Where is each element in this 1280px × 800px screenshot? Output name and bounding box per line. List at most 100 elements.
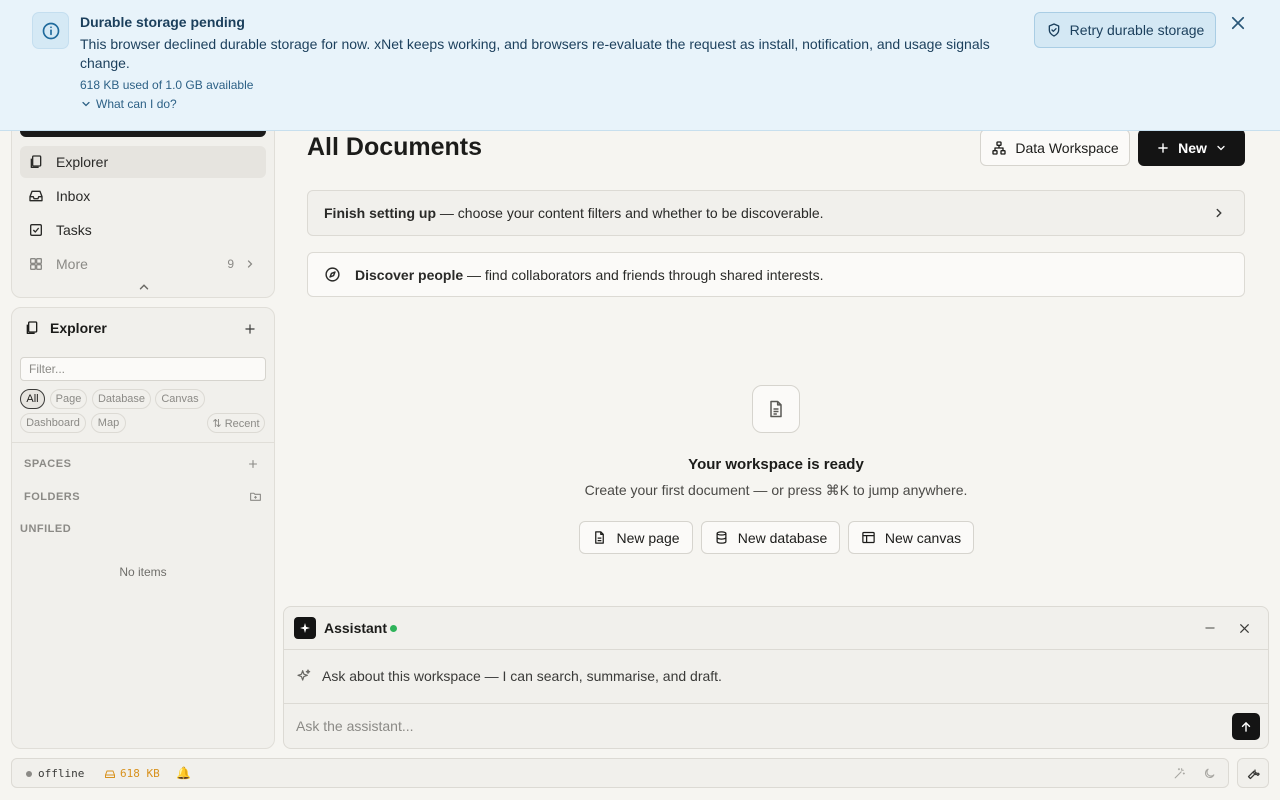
sort-recent-chip[interactable]: ⇅ Recent: [207, 413, 265, 433]
sidebar-item-label: Tasks: [56, 222, 92, 238]
chip-dashboard[interactable]: Dashboard: [20, 413, 86, 433]
sparkle-icon: [294, 617, 316, 639]
close-icon[interactable]: [1236, 620, 1252, 636]
sidebar-item-label: Inbox: [56, 188, 91, 204]
assistant-divider: [284, 703, 1268, 704]
wrench-icon[interactable]: [1237, 758, 1269, 788]
hard-drive-icon: [104, 768, 116, 780]
sidebar-item-label: Explorer: [56, 154, 109, 170]
explorer-panel: Explorer All Page Database Canvas Dashbo…: [11, 307, 275, 749]
chip-page[interactable]: Page: [50, 389, 87, 409]
chevron-right-icon: [244, 258, 256, 270]
online-status-dot: [390, 625, 397, 632]
discover-people-title: Discover people: [355, 266, 464, 283]
compass-icon: [324, 266, 341, 283]
minimize-icon[interactable]: [1202, 620, 1218, 636]
storage-banner: Durable storage pending This browser dec…: [0, 0, 1280, 131]
chevron-up-icon[interactable]: [136, 279, 152, 295]
finish-setup-title: Finish setting up: [324, 205, 436, 221]
discover-people-card[interactable]: Discover people — find collaborators and…: [307, 252, 1245, 297]
grid-icon: [28, 256, 44, 272]
explorer-divider: [12, 442, 274, 443]
more-count: 9: [227, 257, 234, 271]
new-page-button[interactable]: New page: [579, 521, 693, 554]
explorer-filter-input[interactable]: [20, 357, 266, 381]
sidebar-item-inbox[interactable]: Inbox: [20, 180, 266, 212]
empty-state-subtitle: Create your first document — or press ⌘K…: [584, 482, 968, 498]
chip-map[interactable]: Map: [91, 413, 126, 433]
connection-dot: [26, 770, 32, 777]
assistant-hint-text: Ask about this workspace — I can search,…: [322, 668, 722, 684]
page-title: All Documents: [307, 133, 483, 161]
banner-title: Durable storage pending: [80, 14, 245, 30]
data-workspace-button[interactable]: Data Workspace: [980, 129, 1130, 166]
data-workspace-label: Data Workspace: [1015, 139, 1119, 156]
chip-canvas[interactable]: Canvas: [155, 389, 205, 409]
unfiled-section-label: UNFILED: [20, 523, 72, 535]
storage-label: 618 KB: [120, 767, 160, 780]
chevron-down-icon: [80, 98, 92, 110]
send-arrow-icon[interactable]: [1232, 713, 1260, 740]
discover-people-description: — find collaborators and friends through…: [463, 266, 824, 283]
finish-setup-description: — choose your content filters and whethe…: [436, 205, 824, 221]
new-database-label: New database: [737, 529, 828, 546]
plus-icon[interactable]: [246, 457, 260, 471]
chevron-down-icon: [1215, 142, 1227, 154]
new-canvas-button[interactable]: New canvas: [848, 521, 974, 554]
new-database-button[interactable]: New database: [701, 521, 840, 554]
spaces-section-label: SPACES: [24, 458, 72, 470]
info-icon: [32, 12, 69, 49]
sidebar-item-label: More: [56, 256, 88, 272]
sidebar-nav: Explorer Inbox Tasks More 9: [11, 110, 275, 298]
folders-section-label: FOLDERS: [24, 491, 81, 503]
assistant-panel: Assistant Ask about this workspace — I c…: [283, 606, 1269, 749]
database-icon: [714, 530, 729, 545]
empty-list-text: No items: [119, 565, 167, 579]
document-icon: [752, 385, 800, 433]
status-bar: offline 618 KB 🔔: [11, 758, 1229, 788]
bell-icon[interactable]: 🔔: [176, 766, 191, 780]
explorer-title: Explorer: [50, 320, 107, 336]
new-label: New: [1178, 139, 1207, 156]
empty-state-title: Your workspace is ready: [688, 456, 864, 473]
assistant-header: Assistant: [284, 607, 1268, 650]
sidebar-item-tasks[interactable]: Tasks: [20, 214, 266, 246]
assistant-hint: Ask about this workspace — I can search,…: [296, 668, 722, 684]
assistant-input[interactable]: [296, 715, 1216, 737]
plus-icon[interactable]: [242, 321, 258, 337]
retry-durable-storage-button[interactable]: Retry durable storage: [1034, 12, 1216, 48]
layout-icon: [861, 530, 876, 545]
inbox-icon: [28, 188, 44, 204]
checkbox-icon: [28, 222, 44, 238]
connection-status[interactable]: offline: [26, 767, 84, 780]
chip-database[interactable]: Database: [92, 389, 151, 409]
moon-icon[interactable]: [1202, 766, 1216, 780]
what-can-i-do-label: What can I do?: [96, 97, 177, 111]
explorer-header: Explorer: [24, 320, 107, 336]
storage-usage-text: 618 KB used of 1.0 GB available: [80, 78, 254, 92]
finish-setup-card[interactable]: Finish setting up — choose your content …: [307, 190, 1245, 236]
documents-icon: [28, 154, 44, 170]
folder-plus-icon[interactable]: [248, 489, 262, 503]
storage-status[interactable]: 618 KB: [104, 767, 160, 780]
new-page-label: New page: [616, 529, 680, 546]
documents-icon: [24, 320, 40, 336]
chip-all[interactable]: All: [20, 389, 45, 409]
sitemap-icon: [991, 140, 1007, 156]
connection-label: offline: [38, 767, 85, 780]
banner-message: This browser declined durable storage fo…: [80, 36, 990, 71]
shield-check-icon: [1046, 22, 1062, 38]
sparkles-icon: [296, 668, 312, 684]
plus-icon: [1156, 141, 1170, 155]
sidebar-item-more[interactable]: More 9: [20, 248, 266, 280]
chevron-right-icon: [1212, 206, 1226, 220]
close-icon[interactable]: [1228, 13, 1248, 33]
magic-wand-icon[interactable]: [1172, 766, 1186, 780]
retry-label: Retry durable storage: [1069, 22, 1205, 38]
new-document-button[interactable]: New: [1138, 129, 1245, 166]
new-canvas-label: New canvas: [884, 529, 962, 546]
assistant-title: Assistant: [324, 620, 388, 636]
file-icon: [592, 530, 607, 545]
sidebar-item-explorer[interactable]: Explorer: [20, 146, 266, 178]
what-can-i-do-toggle[interactable]: What can I do?: [80, 97, 177, 111]
